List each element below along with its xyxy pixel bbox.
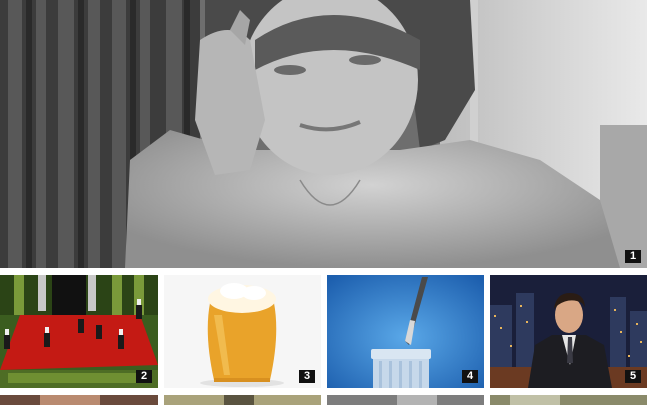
rank-badge: 2	[136, 370, 152, 383]
knife-column-photo	[327, 275, 484, 388]
thumbnail-image	[164, 395, 321, 405]
gallery-item-2[interactable]: 2	[0, 275, 158, 388]
rank-badge: 1	[625, 250, 641, 263]
rank-badge: 5	[625, 370, 641, 383]
gallery-item-7[interactable]	[164, 395, 321, 405]
thumbnail-image	[0, 395, 158, 405]
retro-game-screenshot	[0, 275, 158, 388]
gallery-item-9[interactable]	[490, 395, 647, 405]
thumbnail-image	[490, 395, 647, 405]
rank-badge: 3	[299, 370, 315, 383]
portrait-photo	[0, 0, 647, 268]
gallery-item-8[interactable]	[327, 395, 484, 405]
talk-show-host-photo	[490, 275, 647, 388]
gallery-item-5[interactable]: 5	[490, 275, 647, 388]
gallery-item-6[interactable]	[0, 395, 158, 405]
gallery-item-1[interactable]: 1	[0, 0, 647, 268]
beer-glass-photo	[164, 275, 321, 388]
gallery-item-3[interactable]: 3	[164, 275, 321, 388]
gallery-item-4[interactable]: 4	[327, 275, 484, 388]
thumbnail-image	[327, 395, 484, 405]
rank-badge: 4	[462, 370, 478, 383]
